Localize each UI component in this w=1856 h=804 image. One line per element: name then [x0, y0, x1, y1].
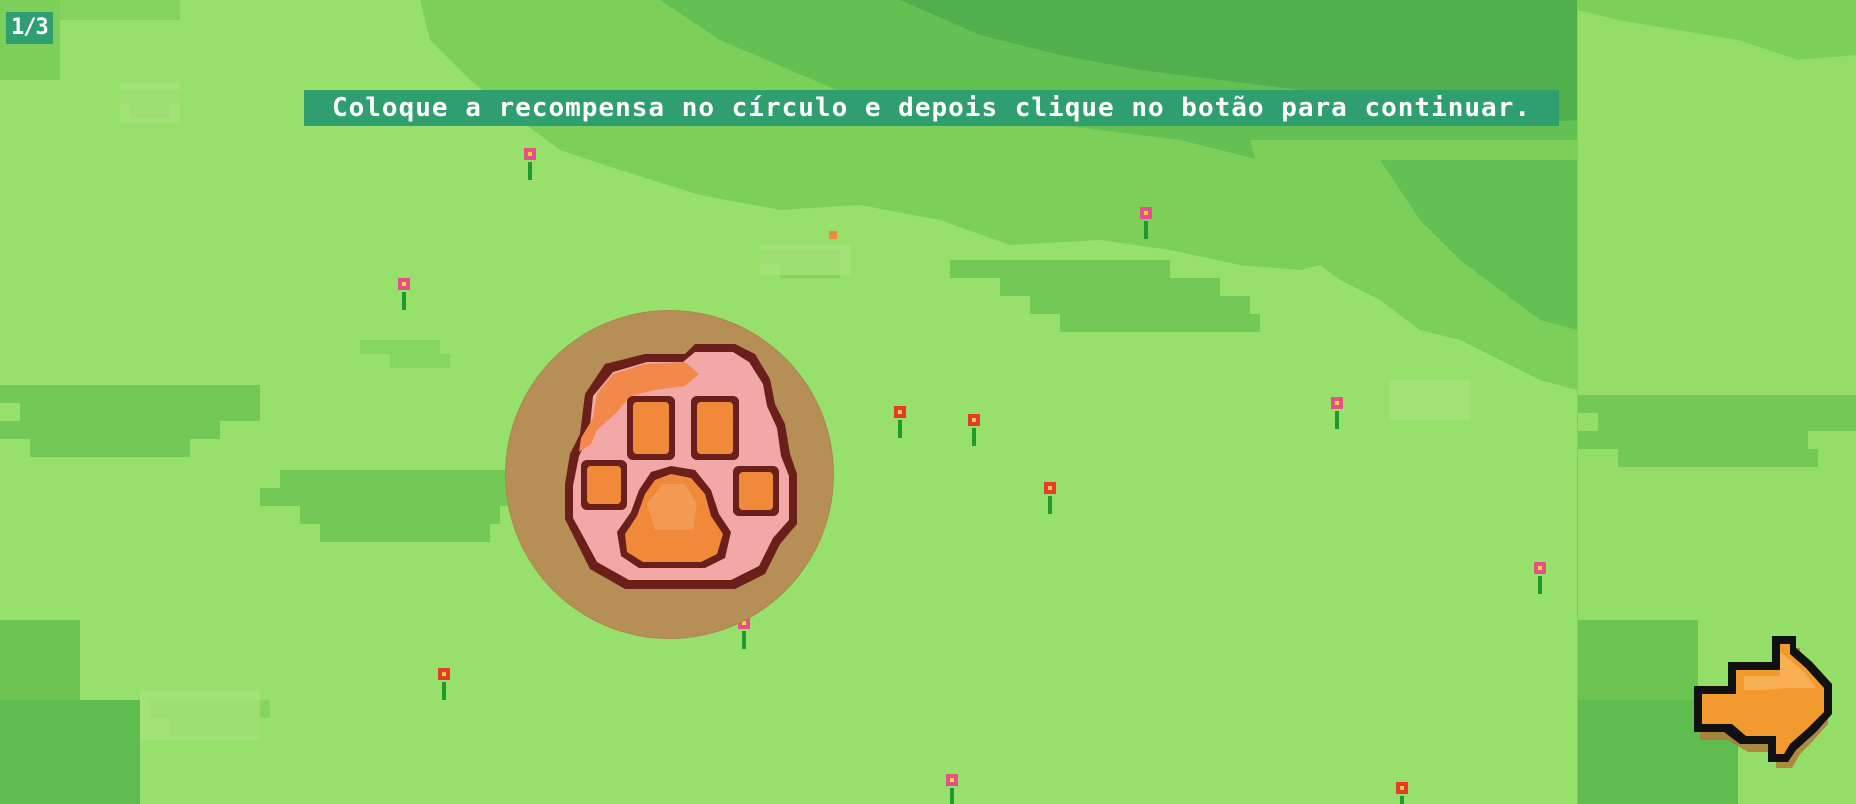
paw-print-icon[interactable] [535, 334, 807, 606]
level-progress: 1/3 [6, 12, 53, 44]
flower-icon [968, 414, 980, 446]
flower-icon [894, 406, 906, 438]
flower-icon [1331, 397, 1343, 429]
game-scene: 1/3 Coloque a recompensa no círculo e de… [0, 0, 1856, 804]
flower-icon [1140, 207, 1152, 239]
next-arrow-button[interactable] [1688, 632, 1840, 772]
flower-icon [1396, 782, 1408, 804]
flower-icon [398, 278, 410, 310]
flower-icon [524, 148, 536, 180]
instruction-banner: Coloque a recompensa no círculo e depois… [304, 90, 1559, 126]
flower-icon [1534, 562, 1546, 594]
seed-dot [829, 231, 837, 239]
flower-icon [946, 774, 958, 804]
flower-icon [438, 668, 450, 700]
flower-icon [1044, 482, 1056, 514]
